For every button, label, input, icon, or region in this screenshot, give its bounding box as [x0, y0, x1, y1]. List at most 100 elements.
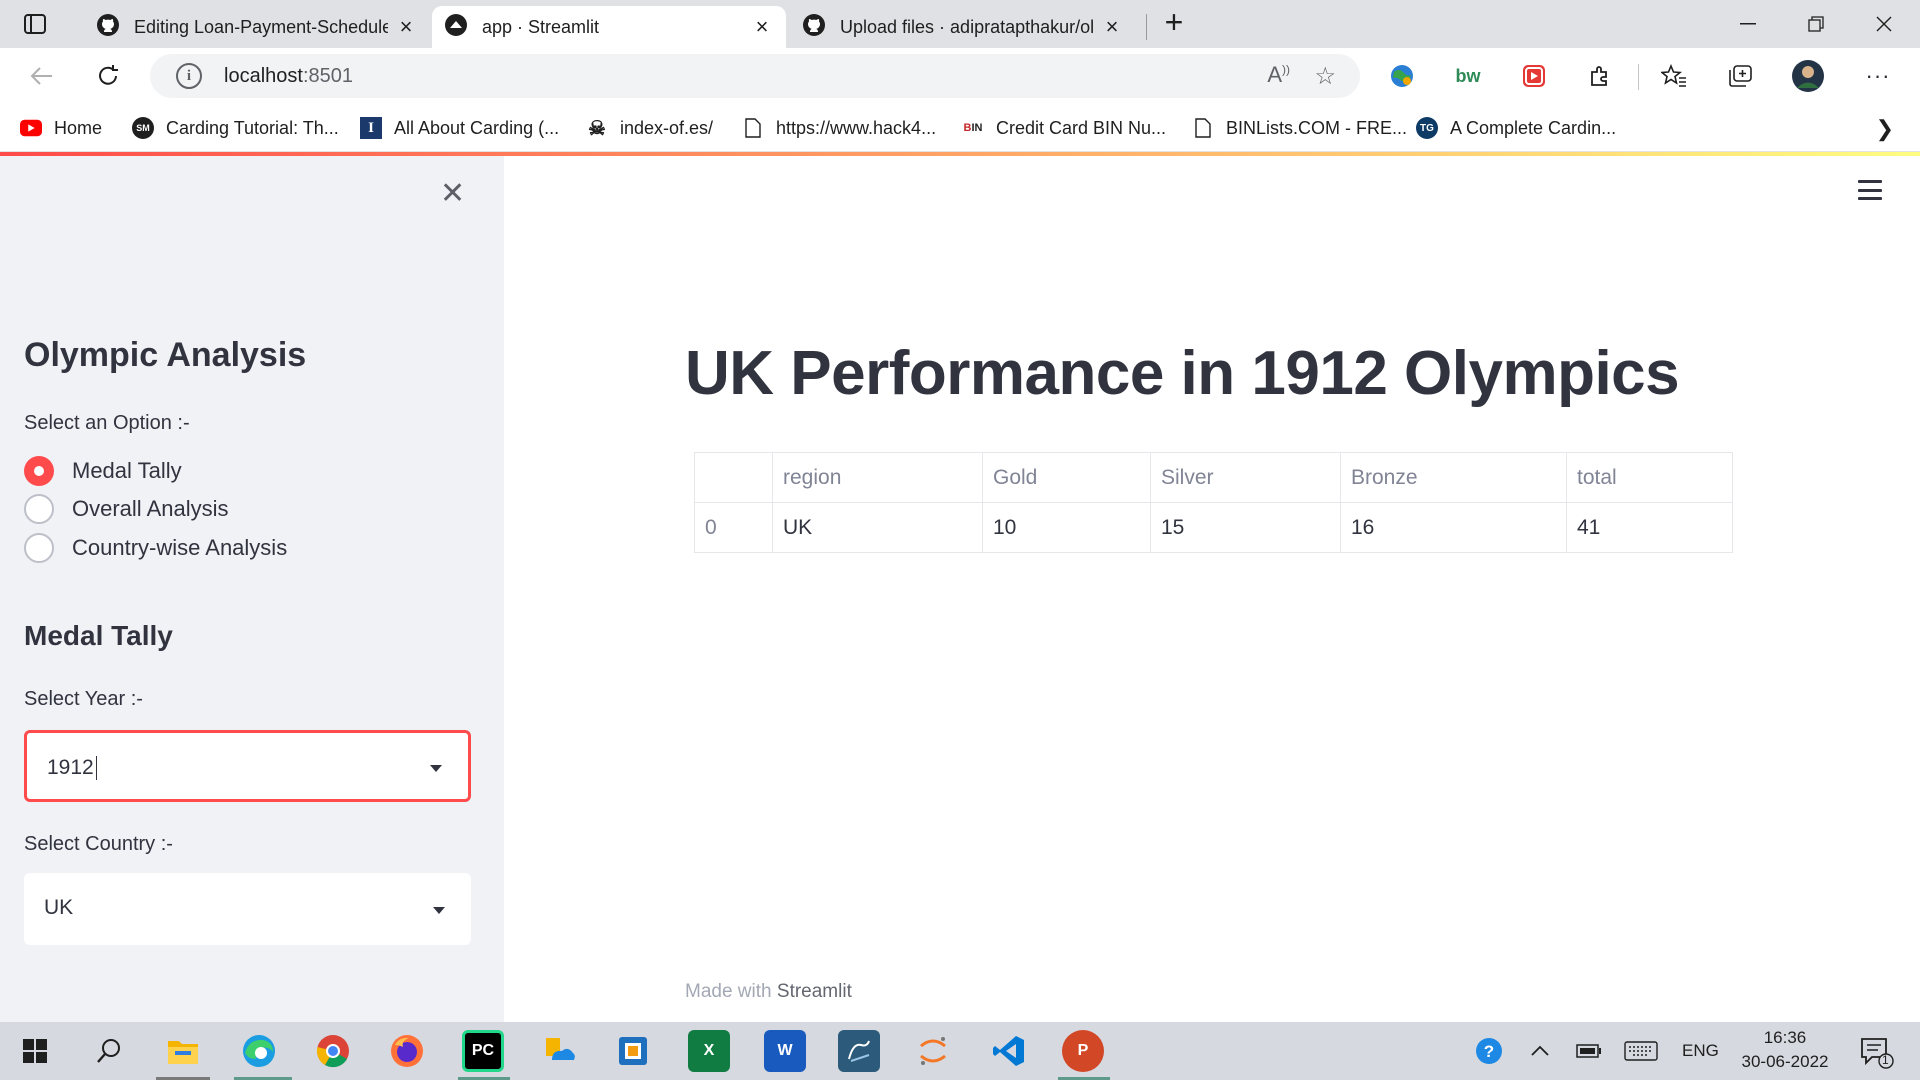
bookmark-hack4[interactable]: https://www.hack4... [742, 114, 936, 142]
chrome-icon[interactable] [312, 1030, 354, 1072]
extensions-puzzle-icon[interactable] [1582, 58, 1618, 94]
close-icon[interactable]: × [750, 14, 774, 39]
keyboard-icon[interactable] [1624, 1022, 1658, 1080]
tab-separator [1146, 14, 1147, 40]
globe-extension-icon[interactable] [1384, 58, 1420, 94]
bookmark-carding-tutorial[interactable]: SM Carding Tutorial: Th... [132, 114, 339, 142]
main-menu-icon[interactable] [1858, 180, 1882, 200]
jupyter-icon[interactable] [912, 1030, 954, 1072]
close-icon[interactable]: × [394, 14, 418, 39]
tab-editing-loan[interactable]: Editing Loan-Payment-Scheduler × [84, 6, 430, 48]
bookmark-index-of[interactable]: ☠ index-of.es/ [586, 114, 713, 142]
tab-title: Upload files · adipratapthakur/ol [840, 16, 1094, 37]
chevron-down-icon [430, 765, 442, 772]
table-row: 0 UK 10 15 16 41 [694, 502, 1733, 553]
page-icon [1192, 117, 1214, 139]
column-header[interactable]: region [772, 452, 983, 503]
tab-upload-files[interactable]: Upload files · adipratapthakur/ol × [790, 6, 1136, 48]
clock[interactable]: 16:36 30-06-2022 [1730, 1026, 1840, 1074]
language-indicator[interactable]: ENG [1682, 1022, 1719, 1080]
word-icon[interactable]: W [764, 1030, 806, 1072]
favorites-icon[interactable] [1656, 58, 1692, 94]
page-title: UK Performance in 1912 Olympics [685, 339, 1680, 408]
column-header[interactable]: Silver [1150, 452, 1341, 503]
new-tab-button[interactable]: + [1158, 6, 1190, 40]
address-bar[interactable]: i localhost:8501 A)) ☆ [150, 54, 1360, 98]
more-options-icon[interactable]: ··· [1860, 58, 1896, 94]
clock-date: 30-06-2022 [1741, 1052, 1829, 1071]
search-icon[interactable] [88, 1030, 130, 1072]
profile-avatar[interactable] [1790, 58, 1826, 94]
sidebar-subheader: Medal Tally [24, 620, 173, 651]
site-info-icon[interactable]: i [176, 63, 202, 89]
mysql-workbench-icon[interactable] [838, 1030, 880, 1072]
file-explorer-icon[interactable] [162, 1030, 204, 1072]
close-icon[interactable]: × [1100, 14, 1124, 39]
table-header-row: region Gold Silver Bronze total [694, 452, 1733, 503]
refresh-button[interactable] [90, 58, 126, 94]
column-header[interactable]: total [1566, 452, 1733, 503]
sm-icon: SM [132, 117, 154, 139]
read-aloud-icon[interactable]: A)) [1267, 62, 1290, 88]
radio-medal-tally[interactable]: Medal Tally [24, 454, 182, 488]
firefox-icon[interactable] [386, 1030, 428, 1072]
column-header[interactable]: Gold [982, 452, 1151, 503]
table-cell: 16 [1340, 502, 1567, 553]
tab-title: Editing Loan-Payment-Scheduler [134, 16, 388, 37]
table-cell: 10 [982, 502, 1151, 553]
radio-empty-icon [24, 494, 54, 524]
bw-extension-icon[interactable]: bw [1450, 58, 1486, 94]
restore-button[interactable] [1786, 6, 1846, 42]
chevron-right-icon[interactable]: ❯ [1876, 116, 1894, 142]
close-window-button[interactable] [1854, 6, 1914, 42]
close-sidebar-icon[interactable]: ✕ [440, 176, 465, 211]
column-header [694, 452, 773, 503]
country-select[interactable]: UK [24, 873, 471, 945]
excel-icon[interactable]: X [688, 1030, 730, 1072]
add-favorite-icon[interactable]: ☆ [1314, 62, 1336, 91]
column-header[interactable]: Bronze [1340, 452, 1567, 503]
table-cell: 15 [1150, 502, 1341, 553]
year-label: Select Year :- [24, 688, 143, 710]
skull-icon: ☠ [588, 117, 606, 140]
bookmark-home[interactable]: Home [20, 114, 102, 142]
tg-icon: TG [1416, 117, 1438, 139]
chevron-down-icon [433, 907, 445, 914]
year-select[interactable]: 1912 [24, 730, 471, 802]
minimize-button[interactable] [1718, 6, 1778, 42]
vscode-icon[interactable] [988, 1030, 1030, 1072]
pycharm-icon[interactable]: PC [462, 1030, 504, 1072]
radio-country-wise-analysis[interactable]: Country-wise Analysis [24, 531, 287, 565]
onedrive-icon[interactable] [538, 1030, 580, 1072]
powerpoint-icon[interactable]: P [1062, 1030, 1104, 1072]
start-icon[interactable] [14, 1030, 56, 1072]
sidebar-title: Olympic Analysis [24, 336, 307, 374]
radio-overall-analysis[interactable]: Overall Analysis [24, 492, 229, 526]
tab-streamlit-app[interactable]: app · Streamlit × [432, 6, 786, 48]
github-icon [802, 13, 826, 42]
back-button[interactable] [24, 58, 60, 94]
footer: Made with Streamlit [685, 981, 852, 1002]
video-extension-icon[interactable] [1516, 58, 1552, 94]
bookmark-credit-card-bin[interactable]: B IN Credit Card BIN Nu... [962, 114, 1167, 142]
show-hidden-icons-chevron-up-icon[interactable] [1530, 1022, 1550, 1080]
notifications-icon[interactable]: 1 [1858, 1022, 1894, 1080]
radio-empty-icon [24, 533, 54, 563]
edge-icon[interactable] [238, 1030, 280, 1072]
help-icon[interactable]: ? [1474, 1022, 1504, 1080]
bookmark-all-about-carding[interactable]: I All About Carding (... [360, 114, 559, 142]
taskbar: PC X W P ? ENG 16:36 30-06-2022 1 [0, 1022, 1920, 1080]
i-icon: I [360, 117, 382, 139]
option-label: Select an Option :- [24, 412, 190, 434]
tab-actions-icon[interactable] [14, 9, 56, 39]
bookmark-complete-carding[interactable]: TG A Complete Cardin... [1416, 114, 1616, 142]
virtualbox-icon[interactable] [612, 1030, 654, 1072]
country-select-value: UK [44, 896, 74, 919]
bookmark-binlists[interactable]: BINLists.COM - FRE... [1192, 114, 1407, 142]
collections-icon[interactable] [1722, 58, 1758, 94]
browser-tab-strip: Editing Loan-Payment-Scheduler × app · S… [0, 0, 1920, 48]
battery-icon[interactable] [1576, 1022, 1602, 1080]
bin-icon: B IN [963, 122, 983, 134]
streamlit-link[interactable]: Streamlit [777, 981, 852, 1002]
medal-table: region Gold Silver Bronze total 0 UK 10 … [694, 452, 1733, 553]
